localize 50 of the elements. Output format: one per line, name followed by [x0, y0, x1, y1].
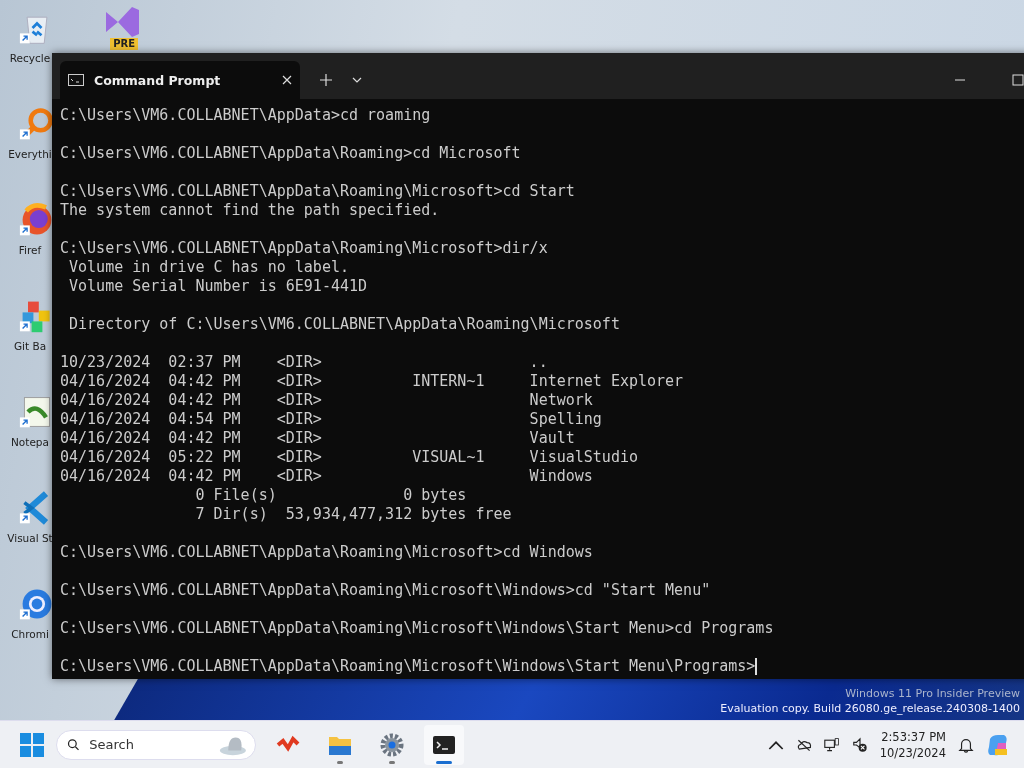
desktop-icon-label: Chromi — [11, 628, 49, 640]
desktop-icon-label: Firef — [18, 244, 42, 256]
search-icon — [67, 737, 80, 752]
tab[interactable]: Command Prompt — [60, 61, 300, 99]
new-tab-icon[interactable] — [320, 74, 332, 86]
evaluation-notice: Windows 11 Pro Insider Preview — [844, 686, 1020, 701]
terminal-line: C:\Users\VM6.COLLABNET\AppData>cd roaming — [60, 106, 431, 125]
terminal-line: 10/23/2024 02:37 PM <DIR> .. — [60, 353, 548, 372]
network-icon[interactable] — [823, 736, 840, 753]
terminal-line: 04/16/2024 04:42 PM <DIR> Windows — [60, 467, 593, 486]
terminal-line: 0 File(s) 0 bytes — [194, 486, 467, 505]
close-icon[interactable] — [282, 75, 292, 85]
terminal-line: C:\Users\VM6.COLLABNET\AppData\Roaming\Microsoft\Windows\Start Menu\Programs> — [60, 657, 756, 676]
desktop-icon-label: Notepa — [11, 436, 49, 448]
desktop-icon-label: Visual St — [7, 532, 53, 544]
desktop-icon-label: Recycle — [9, 52, 51, 64]
copilot-icon[interactable] — [986, 732, 1010, 757]
desktop-icon-label: Everythi — [8, 148, 52, 160]
terminal-line: C:\Users\VM6.COLLABNET\AppData\Roaming\Microsoft>cd Windows — [60, 543, 593, 562]
command-prompt-icon — [68, 74, 84, 86]
clock-date: 10/23/2024 — [879, 744, 946, 761]
terminal-line: Directory of C:\Users\VM6.COLLABNET\AppData\Roaming\Microsoft — [68, 315, 620, 334]
search-input[interactable]: Search — [87, 736, 212, 753]
clock-time: 2:53:37 PM — [881, 728, 946, 745]
speaker-muted-icon[interactable] — [851, 736, 868, 753]
terminal-line: 04/16/2024 04:54 PM <DIR> Spelling — [60, 410, 602, 429]
terminal-line: 04/16/2024 04:42 PM <DIR> Vault — [60, 429, 575, 448]
evaluation-notice: Evaluation copy. Build 26080.ge_release.240308-1400 — [720, 701, 1020, 716]
search-field[interactable]: Search — [56, 729, 256, 760]
preview-badge: PRE — [110, 38, 138, 50]
terminal-line: C:\Users\VM6.COLLABNET\AppData\Roaming\Microsoft>dir/x — [60, 239, 548, 258]
terminal-line: The system cannot find the path specified. — [60, 201, 440, 220]
terminal-line: 04/16/2024 04:42 PM <DIR> INTERN~1 Internet Explorer — [60, 372, 684, 391]
terminal-line: C:\Users\VM6.COLLABNET\AppData\Roaming\Microsoft\Windows>cd "Start Menu" — [60, 581, 711, 600]
desktop-icon-label: Git Ba — [13, 340, 47, 352]
terminal-line: C:\Users\VM6.COLLABNET\AppData\Roaming>cd Microsoft — [60, 144, 521, 163]
chevron-down-icon[interactable] — [352, 77, 362, 83]
terminal-line: 04/16/2024 05:22 PM <DIR> VISUAL~1 VisualStudio — [60, 448, 638, 467]
bell-icon[interactable] — [958, 736, 974, 753]
text-cursor — [755, 658, 757, 675]
terminal-line: 04/16/2024 04:42 PM <DIR> Network — [60, 391, 593, 410]
maximize-icon[interactable] — [1012, 74, 1024, 86]
taskbar-app[interactable] — [424, 724, 464, 765]
terminal-line: Volume in drive C has no label. — [68, 258, 349, 277]
terminal-line: Volume Serial Number is 6E91-441D — [68, 277, 368, 296]
start-button-icon[interactable] — [20, 732, 44, 757]
terminal-line: C:\Users\VM6.COLLABNET\AppData\Roaming\Microsoft\Windows\Start Menu>cd Programs — [60, 619, 774, 638]
terminal-line: 7 Dir(s) 53,934,477,312 bytes free — [194, 505, 512, 524]
terminal-line: C:\Users\VM6.COLLABNET\AppData\Roaming\Microsoft>cd Start — [60, 182, 575, 201]
gear-icon — [380, 732, 404, 757]
